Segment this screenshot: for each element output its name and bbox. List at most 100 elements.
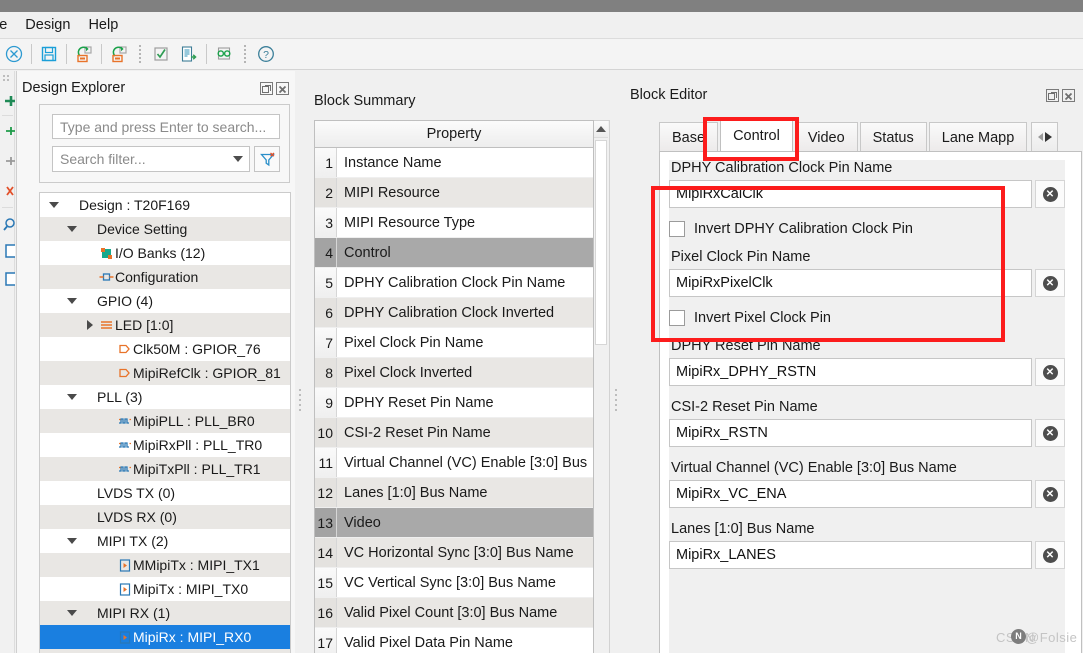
panel-splitter-left[interactable] [296,380,303,420]
tree-item[interactable]: MIPI RX (1) [40,601,290,625]
table-row[interactable]: 8 Pixel Clock Inverted [315,358,593,388]
block-editor-tabs[interactable]: Base Control Video Status Lane Mapp [659,118,1082,152]
tree-item[interactable]: MipiPLL : PLL_BR0 [40,409,290,433]
strip-grip[interactable] [3,75,11,83]
pixel-clock-pin-name-clear-button[interactable]: ✕ [1035,269,1065,297]
menu-design[interactable]: Design [16,14,79,36]
tree-twisty[interactable] [100,433,116,457]
vc-enable-bus-name-clear-button[interactable]: ✕ [1035,480,1065,508]
csi2-reset-pin-name-input[interactable]: MipiRx_RSTN [669,419,1032,447]
table-row[interactable]: 14 VC Horizontal Sync [3:0] Bus Name [315,538,593,568]
tab-scroll-left-icon[interactable] [1037,133,1043,141]
tree-twisty[interactable] [64,649,80,653]
clear-filter-button[interactable] [254,146,280,172]
tree-twisty[interactable] [64,529,80,553]
table-row[interactable]: 3 MIPI Resource Type [315,208,593,238]
add-large-icon[interactable] [0,93,15,109]
tree-item[interactable]: LVDS RX (0) [40,505,290,529]
import-icon[interactable] [70,40,98,68]
export-icon[interactable] [105,40,133,68]
float-panel-icon[interactable] [1046,88,1059,102]
tab-lane-mapp[interactable]: Lane Mapp [928,122,1028,152]
tree-twisty[interactable] [100,409,116,433]
tree-twisty[interactable] [100,361,116,385]
table-row[interactable]: 12 Lanes [1:0] Bus Name [315,478,593,508]
tree-twisty[interactable] [46,193,62,217]
tree-twisty[interactable] [100,625,116,649]
tree-item[interactable]: GPIO (4) [40,289,290,313]
scrollbar-thumb[interactable] [595,140,607,345]
table-row[interactable]: 6 DPHY Calibration Clock Inverted [315,298,593,328]
check-design-icon[interactable] [147,40,175,68]
invert-dphy-calibration-clock-pin-row[interactable]: Invert DPHY Calibration Clock Pin [669,221,1065,237]
tree-item[interactable]: MIPI TX (2) [40,529,290,553]
zoom-icon[interactable] [0,217,15,233]
invert-pixel-clock-pin-checkbox[interactable] [669,310,685,326]
tree-item[interactable]: PLL (3) [40,385,290,409]
dphy-calibration-clock-pin-name-clear-button[interactable]: ✕ [1035,180,1065,208]
close-panel-icon[interactable] [1062,88,1075,102]
tree-item[interactable]: Device Setting [40,217,290,241]
search-filter-select[interactable]: Search filter... [52,146,250,172]
design-tree[interactable]: Design : T20F169 Device Setting I/O Banks … [39,192,291,653]
paste-icon[interactable] [0,271,15,287]
tree-item[interactable]: LVDS TX (0) [40,481,290,505]
dphy-calibration-clock-pin-name-input[interactable]: MipiRxCalClk [669,180,1032,208]
tree-item[interactable]: MipiTx : MIPI_TX0 [40,577,290,601]
table-row[interactable]: 10 CSI-2 Reset Pin Name [315,418,593,448]
copy-icon[interactable] [0,243,15,259]
tree-twisty[interactable] [64,505,80,529]
twisty-expanded-icon[interactable] [67,538,77,544]
tree-item[interactable]: MipiTxPll : PLL_TR1 [40,457,290,481]
tree-twisty[interactable] [100,577,116,601]
twisty-expanded-icon[interactable] [67,610,77,616]
twisty-expanded-icon[interactable] [49,202,59,208]
table-row[interactable]: 16 Valid Pixel Count [3:0] Bus Name [315,598,593,628]
twisty-expanded-icon[interactable] [67,394,77,400]
menu-help[interactable]: Help [79,14,127,36]
menu-file[interactable]: le [0,14,16,36]
table-row[interactable]: 15 VC Vertical Sync [3:0] Bus Name [315,568,593,598]
generate-report-icon[interactable] [175,40,203,68]
lanes-bus-name-clear-button[interactable]: ✕ [1035,541,1065,569]
invert-dphy-calibration-clock-pin-checkbox[interactable] [669,221,685,237]
vc-enable-bus-name-input[interactable]: MipiRx_VC_ENA [669,480,1032,508]
tab-status[interactable]: Status [859,122,927,152]
tree-item[interactable]: Design : T20F169 [40,193,290,217]
tree-twisty[interactable] [82,241,98,265]
tree-twisty[interactable] [82,313,98,337]
twisty-collapsed-icon[interactable] [87,320,93,330]
panel-splitter-right[interactable] [612,380,619,420]
close-design-icon[interactable] [0,40,28,68]
pixel-clock-pin-name-input[interactable]: MipiRxPixelClk [669,269,1032,297]
tab-control[interactable]: Control [720,119,793,152]
add-grey-icon[interactable] [0,153,15,169]
scroll-up-button[interactable] [594,121,608,138]
dphy-reset-pin-name-clear-button[interactable]: ✕ [1035,358,1065,386]
tree-twisty[interactable] [64,481,80,505]
toolbar-grip[interactable] [136,43,144,65]
add-small-icon[interactable] [0,123,15,139]
tab-base[interactable]: Base [659,122,719,152]
twisty-expanded-icon[interactable] [67,226,77,232]
invert-pixel-clock-pin-row[interactable]: Invert Pixel Clock Pin [669,310,1065,326]
table-row[interactable]: 11 Virtual Channel (VC) Enable [3:0] Bus [315,448,593,478]
tree-item[interactable]: MipiRefClk : GPIOR_81 [40,361,290,385]
table-row[interactable]: 5 DPHY Calibration Clock Pin Name [315,268,593,298]
tree-twisty[interactable] [100,457,116,481]
tree-item[interactable]: Clk50M : GPIOR_76 [40,337,290,361]
delete-icon[interactable] [0,183,15,199]
tree-item[interactable]: JTAG User Tap (1) [40,649,290,653]
tree-item[interactable]: I/O Banks (12) [40,241,290,265]
link-icon[interactable] [210,40,238,68]
block-summary-table[interactable]: Property 1 Instance Name 2 MIPI Resource 3 MI… [314,120,594,653]
float-panel-icon[interactable] [260,81,273,95]
search-input[interactable]: Type and press Enter to search... [52,114,280,139]
table-row[interactable]: 7 Pixel Clock Pin Name [315,328,593,358]
tab-scroll-right-icon[interactable] [1044,132,1052,142]
tree-item[interactable]: MipiRxPll : PLL_TR0 [40,433,290,457]
tree-twisty[interactable] [64,601,80,625]
tree-twisty[interactable] [100,553,116,577]
tree-item[interactable]: MMipiTx : MIPI_TX1 [40,553,290,577]
tree-item[interactable]: Configuration [40,265,290,289]
